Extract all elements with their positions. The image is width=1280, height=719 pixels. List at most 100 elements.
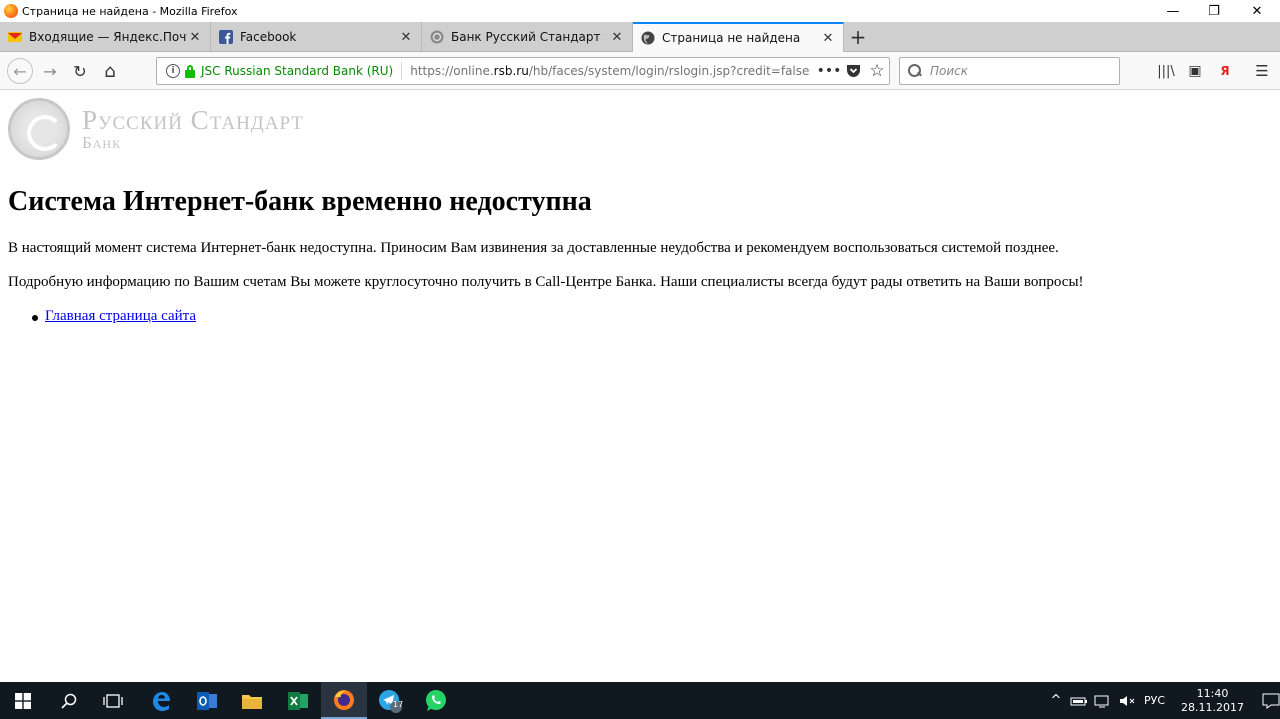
close-window-button[interactable]: ✕ <box>1234 0 1280 22</box>
list-item: Главная страница сайта <box>28 308 196 325</box>
input-language[interactable]: РУС <box>1144 694 1165 707</box>
whatsapp-icon <box>426 689 446 711</box>
url-prefix: https://online. <box>410 64 494 78</box>
library-icon: |||\ <box>1157 63 1175 79</box>
menu-button[interactable]: ☰ <box>1249 58 1275 84</box>
url-text[interactable]: https://online.rsb.ru/hb/faces/system/lo… <box>410 64 817 78</box>
windows-taskbar: 17 ^ РУС 11:40 28.11.2017 <box>0 682 1280 719</box>
url-domain: rsb.ru <box>493 64 529 78</box>
new-tab-button[interactable]: + <box>846 22 870 52</box>
reload-icon: ↻ <box>73 61 87 81</box>
library-button[interactable]: |||\ <box>1153 58 1179 84</box>
unavailable-message: В настоящий момент система Интернет-банк… <box>8 240 1059 256</box>
bank-emblem-icon <box>8 98 70 160</box>
reload-button[interactable]: ↻ <box>67 58 93 84</box>
tab-close-icon[interactable]: ✕ <box>398 29 414 45</box>
page-actions-icon[interactable]: ••• <box>817 59 842 83</box>
sidebar-button[interactable]: ▣ <box>1182 58 1208 84</box>
task-view-icon <box>103 693 123 708</box>
tab-close-icon[interactable]: ✕ <box>187 29 203 45</box>
close-icon: ✕ <box>1251 3 1263 19</box>
yandex-icon: Я <box>1220 64 1230 78</box>
rsb-bank-icon <box>430 30 444 44</box>
restore-button[interactable]: ❐ <box>1191 0 1237 22</box>
yandex-mail-icon <box>8 32 22 42</box>
back-button[interactable]: ← <box>7 58 33 84</box>
start-button[interactable] <box>0 682 46 719</box>
search-taskbar-button[interactable] <box>46 682 92 719</box>
window-title: Страница не найдена - Mozilla Firefox <box>22 4 238 18</box>
excel-icon <box>288 691 308 710</box>
home-button[interactable]: ⌂ <box>97 58 123 84</box>
logo-name: Русский Стандарт <box>82 105 304 135</box>
search-icon <box>908 64 922 78</box>
restore-icon: ❐ <box>1208 3 1220 19</box>
search-box[interactable]: Поиск <box>899 57 1120 85</box>
tab-close-icon[interactable]: ✕ <box>820 30 836 46</box>
url-path: /hb/faces/system/login/rslogin.jsp?credi… <box>528 64 810 78</box>
tab-facebook[interactable]: Facebook ✕ <box>211 22 422 52</box>
tab-strip: Входящие — Яндекс.Почта ✕ Facebook ✕ Бан… <box>0 22 1280 52</box>
globe-icon <box>641 31 655 45</box>
url-separator <box>401 62 403 80</box>
search-placeholder: Поиск <box>930 64 969 78</box>
tab-label: Facebook <box>240 30 297 44</box>
logo-subtitle: Банк <box>82 133 122 152</box>
file-explorer-taskbar-button[interactable] <box>229 682 275 719</box>
tab-label: Входящие — Яндекс.Почта <box>29 30 187 44</box>
info-icon[interactable]: i <box>166 64 180 78</box>
windows-logo-icon <box>15 692 31 709</box>
hamburger-menu-icon: ☰ <box>1255 62 1269 80</box>
edge-taskbar-button[interactable] <box>138 682 184 719</box>
clock-time: 11:40 <box>1196 686 1229 700</box>
page-content: Русский Стандарт Банк Система Интернет-б… <box>0 90 1280 682</box>
site-identity[interactable]: JSC Russian Standard Bank (RU) <box>201 64 393 78</box>
call-center-message: Подробную информацию по Вашим счетам Вы … <box>8 274 1084 290</box>
telegram-badge: 17 <box>393 700 404 709</box>
plus-icon: + <box>849 25 867 49</box>
page-title: Система Интернет-банк временно недоступн… <box>8 186 592 217</box>
tab-not-found[interactable]: Страница не найдена ✕ <box>633 22 844 52</box>
tab-rsb-bank[interactable]: Банк Русский Стандарт ✕ <box>422 22 633 52</box>
lock-icon[interactable] <box>184 64 196 78</box>
forward-button[interactable]: → <box>37 58 63 84</box>
home-page-link[interactable]: Главная страница сайта <box>45 308 196 324</box>
navigation-toolbar: ← → ↻ ⌂ i JSC Russian Standard Bank (RU)… <box>0 52 1280 90</box>
excel-taskbar-button[interactable] <box>275 682 321 719</box>
volume-muted-icon[interactable] <box>1118 694 1136 708</box>
firefox-icon <box>4 4 18 18</box>
whatsapp-taskbar-button[interactable] <box>413 682 459 719</box>
url-bar[interactable]: i JSC Russian Standard Bank (RU) https:/… <box>156 57 890 85</box>
notifications-icon[interactable] <box>1262 693 1280 709</box>
network-icon[interactable] <box>1094 694 1112 708</box>
bank-logo: Русский Стандарт Банк <box>8 98 304 160</box>
minimize-button[interactable]: — <box>1150 0 1196 22</box>
firefox-taskbar-button[interactable] <box>321 682 367 719</box>
clock-date: 28.11.2017 <box>1181 700 1245 714</box>
facebook-icon <box>219 30 233 44</box>
yandex-button[interactable]: Я <box>1212 58 1238 84</box>
back-arrow-icon: ← <box>13 61 27 81</box>
folder-icon <box>242 694 262 709</box>
task-view-button[interactable] <box>90 682 136 719</box>
minimize-icon: — <box>1166 3 1180 19</box>
forward-arrow-icon: → <box>43 61 57 81</box>
sidebar-icon: ▣ <box>1188 63 1202 79</box>
tray-chevron-icon[interactable]: ^ <box>1046 693 1066 708</box>
links-list: Главная страница сайта <box>28 308 196 325</box>
search-icon <box>61 693 77 709</box>
telegram-taskbar-button[interactable]: 17 <box>367 682 413 719</box>
window-titlebar: Страница не найдена - Mozilla Firefox — … <box>0 0 1280 22</box>
tab-close-icon[interactable]: ✕ <box>609 29 625 45</box>
battery-icon[interactable] <box>1070 694 1088 708</box>
pocket-icon[interactable] <box>841 59 865 83</box>
tab-yandex-mail[interactable]: Входящие — Яндекс.Почта ✕ <box>0 22 211 52</box>
outlook-icon <box>197 691 217 710</box>
outlook-taskbar-button[interactable] <box>184 682 230 719</box>
bookmark-star-icon[interactable]: ☆ <box>865 59 889 83</box>
tab-label: Страница не найдена <box>662 31 801 45</box>
home-icon: ⌂ <box>104 60 116 82</box>
clock[interactable]: 11:40 28.11.2017 <box>1181 687 1244 715</box>
firefox-icon <box>334 689 354 710</box>
edge-icon <box>153 691 170 711</box>
